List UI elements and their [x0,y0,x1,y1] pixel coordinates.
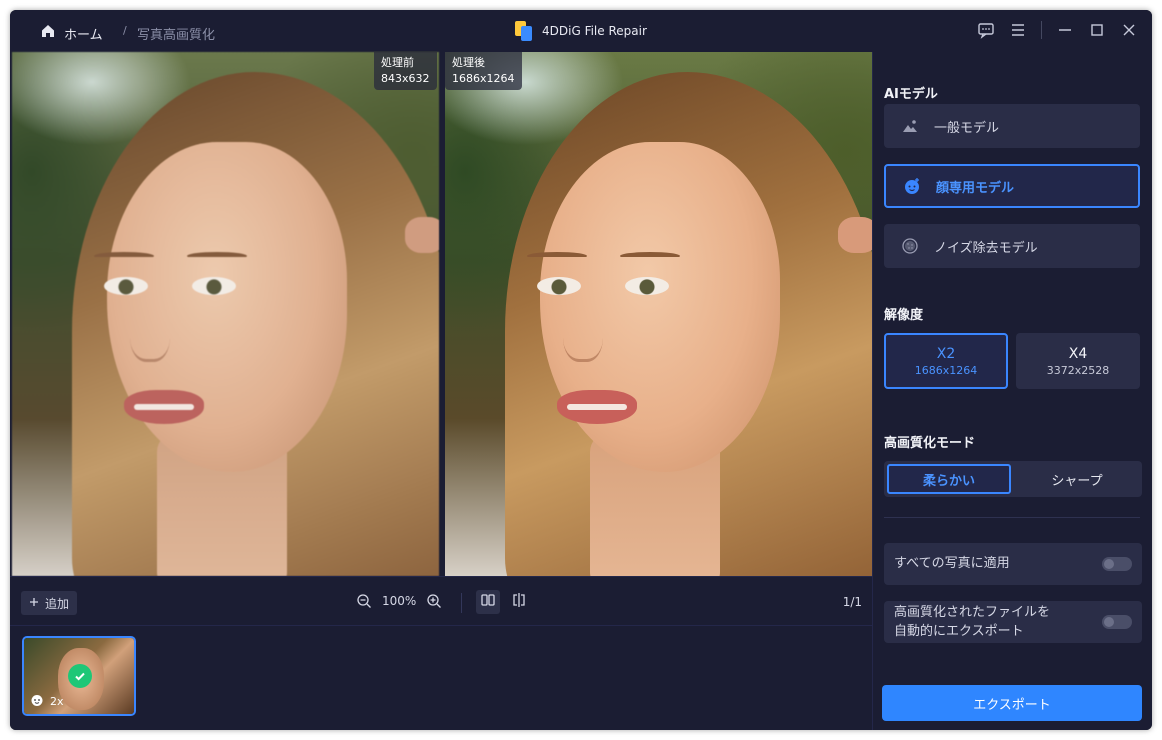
add-button[interactable]: 追加 [21,591,78,615]
preview-area: 処理前 843x632 処理後 1686x1264 [12,52,872,576]
title-divider [1041,21,1042,39]
zoom-controls: 100% [356,593,442,609]
general-model-label: 一般モデル [934,120,1000,136]
zoom-level: 100% [382,594,417,608]
breadcrumb-current-page: 写真高画質化 [137,28,216,43]
settings-panel: AIモデル 一般モデル 顔専用モデル ノイズ除去モデル 解像度 X2 1686x… [872,52,1152,730]
breadcrumb-home[interactable]: ホーム [40,23,103,43]
auto-export-toggle[interactable] [1102,615,1132,629]
landscape-icon [900,116,920,136]
denoise-model-label: ノイズ除去モデル [934,240,1038,256]
resolution-x2-size: 1686x1264 [914,363,978,377]
minimize-icon[interactable] [1056,21,1074,39]
app-logo-icon [514,21,534,41]
face-model-label: 顔専用モデル [936,180,1015,196]
face-model-icon [30,693,44,710]
after-size: 1686x1264 [452,72,515,85]
panel-divider [884,517,1140,518]
resolution-x4-size: 3372x2528 [1046,363,1110,377]
resolution-title: 解像度 [884,308,924,323]
home-icon [40,23,56,43]
thumbnail-scale: 2x [50,695,64,708]
enhance-mode-title: 高画質化モード [884,436,976,451]
side-by-side-view-button[interactable] [476,590,500,614]
app-title: 4DDiG File Repair [514,21,647,41]
before-size-tag: 処理前 843x632 [374,52,437,90]
export-button[interactable]: エクスポート [882,685,1142,721]
maximize-icon[interactable] [1088,21,1106,39]
check-icon [68,664,92,688]
toolbar-divider [461,593,462,613]
ai-model-title: AIモデル [884,87,938,102]
zoom-out-icon[interactable] [356,593,372,609]
thumbnail-strip: 2x [10,626,872,730]
resolution-x2-label: X2 [936,345,956,362]
apply-all-toggle[interactable] [1102,557,1132,571]
title-bar: ホーム / 写真高画質化 4DDiG File Repair [10,10,1152,52]
app-name: 4DDiG File Repair [542,24,647,38]
apply-all-label: すべての写真に適用 [894,556,1010,571]
noise-icon [900,236,920,256]
denoise-model-button[interactable]: ノイズ除去モデル [884,224,1140,268]
after-photo [445,52,872,576]
soft-mode-button[interactable]: 柔らかい [887,464,1011,494]
preview-toolbar: 追加 100% 1/1 [10,576,872,626]
auto-export-row: 高画質化されたファイルを 自動的にエクスポート [884,601,1142,643]
resolution-x2-button[interactable]: X2 1686x1264 [884,333,1008,389]
apply-all-row: すべての写真に適用 [884,543,1142,585]
after-label: 処理後 [452,56,485,69]
close-icon[interactable] [1120,21,1138,39]
sharp-mode-button[interactable]: シャープ [1015,464,1139,494]
before-label: 処理前 [381,56,414,69]
before-size: 843x632 [381,72,430,85]
window-controls [977,21,1138,39]
general-model-button[interactable]: 一般モデル [884,104,1140,148]
auto-export-label-line1: 高画質化されたファイルを [894,605,1051,620]
menu-icon[interactable] [1009,21,1027,39]
plus-icon [29,596,39,610]
resolution-x4-label: X4 [1068,345,1088,362]
resolution-x4-button[interactable]: X4 3372x2528 [1016,333,1140,389]
feedback-icon[interactable] [977,21,995,39]
auto-export-label-line2: 自動的にエクスポート [894,624,1024,639]
app-window: ホーム / 写真高画質化 4DDiG File Repair 処理前 843x6… [10,10,1152,730]
face-model-button[interactable]: 顔専用モデル [884,164,1140,208]
add-button-label: 追加 [45,596,70,611]
split-divider[interactable] [440,52,444,576]
after-size-tag: 処理後 1686x1264 [445,52,522,90]
face-icon [902,176,922,196]
thumbnail-badge: 2x [30,693,64,710]
breadcrumb-home-label: ホーム [64,27,103,43]
page-count: 1/1 [842,595,862,609]
slider-compare-view-button[interactable] [507,590,531,614]
split-compare-icon [511,592,527,612]
thumbnail-item[interactable]: 2x [22,636,136,716]
enhance-mode-segmented: 柔らかい シャープ [884,461,1142,497]
zoom-in-icon[interactable] [426,593,442,609]
before-photo [12,52,439,576]
side-by-side-icon [480,592,496,612]
breadcrumb-separator: / [123,24,127,37]
